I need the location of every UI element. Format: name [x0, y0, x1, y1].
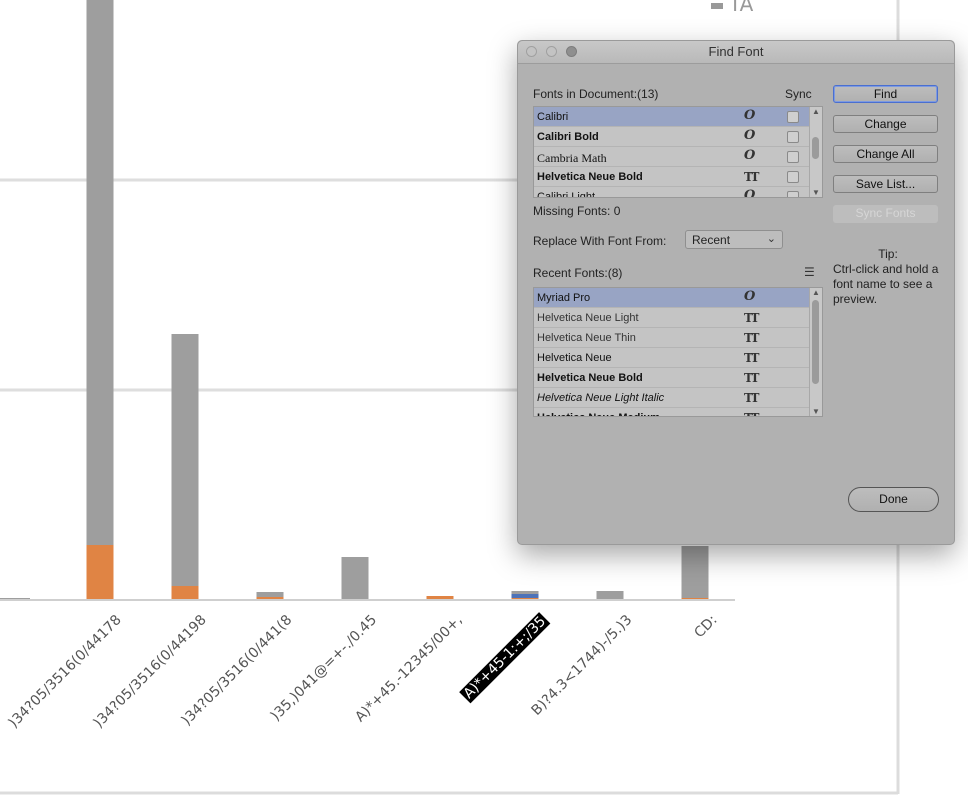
scroll-up-icon[interactable]: ▲ [810, 107, 822, 116]
font-row[interactable]: Myriad Pro O [534, 288, 822, 308]
truetype-font-icon: TT [744, 391, 760, 405]
sync-checkbox[interactable] [787, 191, 799, 197]
legend-label: TA [729, 0, 754, 16]
font-name: Helvetica Neue [537, 352, 612, 364]
document-fonts-list[interactable]: Calibri O Calibri Bold O Cambria Math O Helvet… [533, 106, 823, 198]
scroll-thumb[interactable] [812, 137, 819, 159]
font-row[interactable]: Cambria Math O [534, 147, 822, 167]
find-button[interactable]: Find [833, 85, 938, 103]
truetype-font-icon: TT [744, 411, 760, 416]
bar-1-series-2[interactable] [171, 334, 199, 586]
change-all-button[interactable]: Change All [833, 145, 938, 163]
opentype-font-icon: O [744, 289, 756, 304]
font-name: Calibri Bold [537, 131, 599, 143]
font-name: Cambria Math [537, 151, 607, 165]
font-name: Helvetica Neue Bold [537, 171, 643, 183]
font-row[interactable]: Helvetica Neue Thin TT [534, 328, 822, 348]
sync-checkbox[interactable] [787, 131, 799, 143]
opentype-font-icon: O [744, 108, 756, 123]
truetype-font-icon: TT [744, 311, 760, 325]
opentype-font-icon: O [744, 128, 756, 143]
font-name: Helvetica Neue Bold [537, 372, 643, 384]
tip-body: Ctrl-click and hold a font name to see a… [833, 262, 939, 306]
sync-checkbox[interactable] [787, 151, 799, 163]
scroll-down-icon[interactable]: ▼ [810, 407, 822, 416]
sync-header: Sync [785, 87, 812, 101]
font-row[interactable]: Calibri Light O [534, 187, 822, 198]
bar-0-series-0[interactable] [86, 545, 114, 600]
done-button[interactable]: Done [848, 487, 939, 512]
bar-1-series-0[interactable] [171, 586, 199, 600]
scroll-up-icon[interactable]: ▲ [810, 288, 822, 297]
font-row[interactable]: Helvetica Neue Medium TT [534, 408, 822, 416]
bar-0-series-2[interactable] [86, 0, 114, 545]
bar-6-series-2[interactable] [596, 591, 624, 600]
dialog-title: Find Font [708, 44, 764, 59]
recent-fonts-scrollbar[interactable]: ▲ ▼ [809, 288, 822, 416]
change-button[interactable]: Change [833, 115, 938, 133]
font-name: Helvetica Neue Light Italic [537, 392, 665, 404]
font-name: Helvetica Neue Medium [537, 412, 660, 416]
opentype-font-icon: O [744, 148, 756, 163]
font-name: Helvetica Neue Thin [537, 332, 636, 344]
recent-fonts-label: Recent Fonts:(8) [533, 266, 623, 280]
bar-7-series-2[interactable] [681, 546, 709, 598]
font-row[interactable]: Calibri Bold O [534, 127, 822, 147]
sync-fonts-button[interactable]: Sync Fonts [833, 205, 938, 223]
truetype-font-icon: TT [744, 170, 760, 184]
tip-text: Tip: Ctrl-click and hold a font name to … [833, 247, 943, 307]
replace-font-source-select[interactable]: Recent ⌄ [685, 230, 783, 249]
legend-entry: TA [711, 0, 753, 16]
font-name: Calibri [537, 111, 569, 123]
font-row[interactable]: Helvetica Neue Bold TT [534, 368, 822, 388]
truetype-font-icon: TT [744, 351, 760, 365]
recent-fonts-list[interactable]: Myriad Pro O Helvetica Neue Light TT Helveti… [533, 287, 823, 417]
replace-font-source-value: Recent [692, 233, 731, 247]
truetype-font-icon: TT [744, 371, 760, 385]
tip-title: Tip: [878, 247, 898, 261]
font-name: Calibri Light [537, 191, 596, 198]
bar-2-series-2[interactable] [256, 592, 284, 597]
scroll-thumb[interactable] [812, 300, 819, 384]
sync-checkbox[interactable] [787, 171, 799, 183]
save-list-button[interactable]: Save List... [833, 175, 938, 193]
opentype-font-icon: O [744, 188, 756, 198]
fonts-in-document-label: Fonts in Document:(13) [533, 87, 659, 101]
font-name: Helvetica Neue Light [537, 312, 639, 324]
font-row[interactable]: Helvetica Neue Bold TT [534, 167, 822, 187]
font-row[interactable]: Helvetica Neue Light TT [534, 308, 822, 328]
sync-checkbox[interactable] [787, 111, 799, 123]
chevron-down-icon: ⌄ [766, 233, 776, 245]
list-options-icon[interactable]: ☰ [804, 265, 815, 279]
bar-5-series-2[interactable] [511, 591, 539, 594]
font-row[interactable]: Calibri O [534, 107, 822, 127]
bar-5-series-1[interactable] [511, 594, 539, 598]
font-row[interactable]: Helvetica Neue TT [534, 348, 822, 368]
missing-fonts-label: Missing Fonts: 0 [533, 204, 621, 218]
title-bar[interactable]: Find Font [518, 41, 954, 64]
scroll-down-icon[interactable]: ▼ [810, 188, 822, 197]
document-fonts-scrollbar[interactable]: ▲ ▼ [809, 107, 822, 197]
font-name: Myriad Pro [537, 292, 591, 304]
find-font-dialog: Find Font Fonts in Document:(13) Sync Ca… [517, 40, 955, 545]
replace-with-label: Replace With Font From: [533, 234, 667, 248]
legend-swatch [711, 2, 723, 9]
bar-3-series-2[interactable] [341, 557, 369, 600]
truetype-font-icon: TT [744, 331, 760, 345]
font-row[interactable]: Helvetica Neue Light Italic TT [534, 388, 822, 408]
